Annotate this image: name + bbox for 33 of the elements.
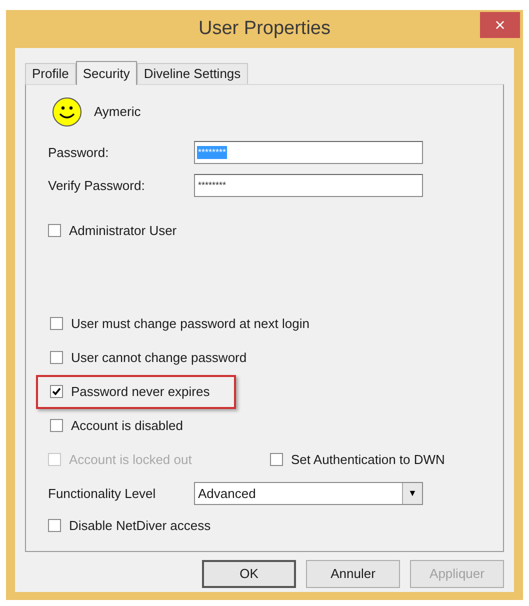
checkbox-label: Account is locked out [69,450,192,469]
checkbox[interactable] [270,453,283,466]
window-title: User Properties [198,16,330,41]
password-field[interactable]: ******** [194,174,423,197]
checkbox-label: Account is disabled [71,416,184,435]
checkbox[interactable] [50,385,63,398]
field-label: Verify Password: [48,176,146,195]
password-value: ******** [197,146,228,160]
dialog-button[interactable]: OK [202,560,296,588]
checkbox[interactable] [50,351,63,364]
functionality-dropdown[interactable]: Advanced ▼ [194,482,423,505]
checkbox-label: User cannot change password [71,348,247,367]
dropdown-value: Advanced [198,484,256,503]
password-value: ******** [197,178,228,192]
user-name: Aymeric [94,103,141,122]
checkbox-label: Disable NetDiver access [69,516,211,535]
checkmark-icon [52,387,61,396]
dialog-button[interactable]: Annuler [306,560,400,588]
checkbox-label: Set Authentication to DWN [291,450,445,469]
close-button[interactable]: × [480,12,520,38]
checkbox[interactable] [48,519,61,532]
field-label: Password: [48,144,110,162]
checkbox[interactable] [50,419,63,432]
checkbox[interactable] [48,224,61,238]
tab[interactable]: Diveline Settings [136,63,248,84]
tab[interactable]: Security [76,61,137,85]
tab[interactable]: Profile [25,63,76,84]
checkbox-label: Password never expires [71,382,210,401]
field-label: Functionality Level [48,484,157,503]
checkbox-label: User must change password at next login [71,314,310,333]
smiley-face-icon [52,97,82,127]
checkbox[interactable] [50,317,63,330]
checkbox-label: Administrator User [69,222,177,240]
